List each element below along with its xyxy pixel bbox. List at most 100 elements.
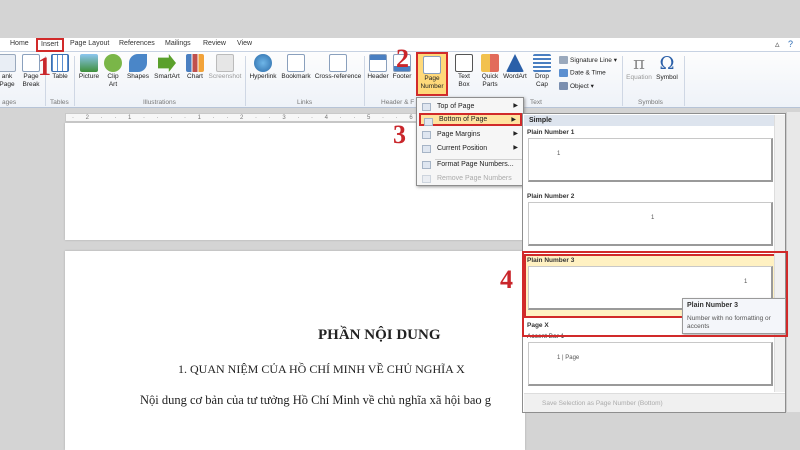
clip-art-button[interactable]: Clip Art bbox=[103, 54, 123, 89]
blank-page-icon bbox=[0, 54, 16, 72]
gallery-item-label: Plain Number 1 bbox=[527, 129, 575, 136]
omega-icon: Ω bbox=[659, 53, 675, 74]
page-number-icon bbox=[423, 56, 441, 74]
gallery-item-accent-bar-1[interactable]: 1 | Page bbox=[528, 342, 773, 386]
chart-button[interactable]: Chart bbox=[183, 54, 207, 81]
header-icon bbox=[369, 54, 387, 72]
top-of-page-icon bbox=[422, 103, 431, 111]
tab-view[interactable]: View bbox=[237, 40, 252, 47]
date-time-icon bbox=[559, 69, 568, 77]
table-button[interactable]: Table bbox=[48, 54, 72, 81]
tab-page-layout[interactable]: Page Layout bbox=[70, 40, 109, 47]
table-icon bbox=[51, 54, 69, 72]
page-number-sample: 1 bbox=[557, 151, 561, 157]
hyperlink-icon bbox=[254, 54, 272, 72]
tab-mailings[interactable]: Mailings bbox=[165, 40, 191, 47]
bookmark-icon bbox=[287, 54, 305, 72]
text-box-button[interactable]: Text Box bbox=[452, 54, 476, 89]
page-number-button[interactable]: Page Number bbox=[416, 52, 448, 96]
gallery-item-plain-number-1[interactable]: 1 bbox=[528, 138, 773, 182]
remove-page-numbers-icon bbox=[422, 175, 431, 183]
step-number-2: 2 bbox=[396, 44, 409, 73]
text-group-label: Text bbox=[530, 99, 542, 106]
vertical-scrollbar[interactable] bbox=[786, 112, 800, 412]
object-button[interactable]: Object ▾ bbox=[559, 82, 594, 91]
header-footer-group-label: Header & F bbox=[381, 99, 415, 106]
date-time-button[interactable]: Date & Time bbox=[559, 69, 606, 77]
document-paragraph: Nội dung cơ bản của tư tưởng Hồ Chí Minh… bbox=[140, 393, 492, 407]
format-page-numbers-icon bbox=[422, 161, 431, 169]
wordart-icon bbox=[506, 54, 524, 72]
shapes-button[interactable]: Shapes bbox=[125, 54, 151, 81]
wordart-button[interactable]: WordArt bbox=[502, 54, 528, 81]
quick-parts-icon bbox=[481, 54, 499, 72]
submenu-arrow-icon: ▶ bbox=[513, 145, 518, 151]
links-group-label: Links bbox=[297, 99, 313, 106]
submenu-arrow-icon: ▶ bbox=[513, 103, 518, 109]
pages-group-label: ages bbox=[2, 99, 17, 106]
menu-item-bottom-of-page[interactable]: Bottom of Page ▶ bbox=[419, 113, 522, 126]
group-separator bbox=[622, 56, 623, 106]
quick-parts-button[interactable]: Quick Parts bbox=[478, 54, 502, 89]
minimize-ribbon-icon[interactable]: ▵ bbox=[775, 39, 780, 50]
screenshot-icon bbox=[216, 54, 234, 72]
bottom-of-page-icon bbox=[424, 118, 433, 126]
smartart-button[interactable]: SmartArt bbox=[152, 54, 182, 81]
tab-home[interactable]: Home bbox=[10, 40, 29, 47]
symbol-button[interactable]: Ω Symbol bbox=[654, 54, 680, 82]
gallery-item-label: Plain Number 2 bbox=[527, 193, 575, 200]
page-number-sample: 1 | Page bbox=[557, 355, 580, 361]
tab-insert[interactable]: Insert bbox=[36, 38, 64, 52]
highlight-box-plain-number-3 bbox=[522, 251, 788, 337]
drop-cap-button[interactable]: Drop Cap bbox=[530, 54, 554, 89]
menu-item-page-margins[interactable]: Page Margins ▶ bbox=[419, 128, 522, 141]
chart-icon bbox=[186, 54, 204, 72]
submenu-arrow-icon: ▶ bbox=[511, 117, 516, 123]
group-separator bbox=[74, 56, 75, 106]
blank-page-button[interactable]: ank Page bbox=[0, 54, 16, 89]
menu-item-top-of-page[interactable]: Top of Page ▶ bbox=[419, 100, 522, 113]
shapes-icon bbox=[129, 54, 147, 72]
header-button[interactable]: Header bbox=[366, 54, 390, 81]
save-selection-button[interactable]: Save Selection as Page Number (Bottom) bbox=[524, 393, 785, 412]
tab-review[interactable]: Review bbox=[203, 40, 226, 47]
gallery-item-plain-number-2[interactable]: 1 bbox=[528, 202, 773, 246]
page-margins-icon bbox=[422, 131, 431, 139]
page-number-menu: Top of Page ▶ Bottom of Page ▶ Page Margin… bbox=[416, 97, 524, 186]
drop-cap-icon bbox=[533, 54, 551, 72]
picture-icon bbox=[80, 54, 98, 72]
menu-item-remove-page-numbers[interactable]: Remove Page Numbers bbox=[419, 172, 522, 185]
help-icon[interactable]: ? bbox=[788, 39, 793, 49]
symbols-group-label: Symbols bbox=[638, 99, 663, 106]
menu-item-format-page-numbers[interactable]: Format Page Numbers... bbox=[419, 158, 522, 171]
document-page-2[interactable] bbox=[65, 251, 525, 450]
signature-line-icon bbox=[559, 56, 568, 65]
submenu-arrow-icon: ▶ bbox=[513, 131, 518, 137]
document-heading: 1. QUAN NIỆM CỦA HỒ CHÍ MINH VỀ CHỦ NGHĨ… bbox=[178, 362, 465, 376]
step-number-1: 1 bbox=[38, 52, 51, 81]
tables-group-label: Tables bbox=[50, 99, 69, 106]
page-number-sample: 1 bbox=[651, 215, 655, 221]
object-icon bbox=[559, 82, 568, 91]
tab-references[interactable]: References bbox=[119, 40, 155, 47]
cross-reference-icon bbox=[329, 54, 347, 72]
clip-art-icon bbox=[104, 54, 122, 72]
group-separator bbox=[364, 56, 365, 106]
step-number-4: 4 bbox=[500, 265, 513, 294]
current-position-icon bbox=[422, 145, 431, 153]
equation-button[interactable]: π Equation bbox=[624, 54, 654, 82]
menu-item-current-position[interactable]: Current Position ▶ bbox=[419, 142, 522, 155]
text-box-icon bbox=[455, 54, 473, 72]
word-window: Home Insert Page Layout References Maili… bbox=[0, 0, 800, 450]
picture-button[interactable]: Picture bbox=[77, 54, 101, 81]
pi-icon: π bbox=[633, 53, 645, 74]
step-number-3: 3 bbox=[393, 120, 406, 149]
screenshot-button[interactable]: Screenshot bbox=[207, 54, 243, 81]
hyperlink-button[interactable]: Hyperlink bbox=[246, 54, 280, 81]
document-title: PHẦN NỘI DUNG bbox=[318, 327, 441, 343]
cross-reference-button[interactable]: Cross-reference bbox=[312, 54, 364, 81]
signature-line-button[interactable]: Signature Line ▾ bbox=[559, 56, 617, 65]
smartart-icon bbox=[158, 54, 176, 72]
bookmark-button[interactable]: Bookmark bbox=[280, 54, 312, 81]
illustrations-group-label: Illustrations bbox=[143, 99, 176, 106]
